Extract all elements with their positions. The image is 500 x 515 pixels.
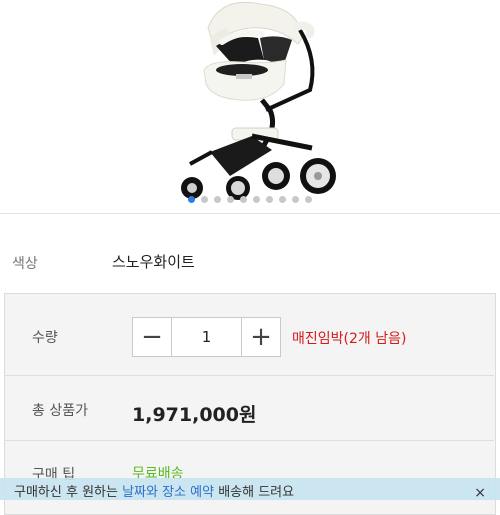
quantity-input[interactable] xyxy=(172,318,241,356)
gallery-dot-4[interactable] xyxy=(227,196,234,203)
divider xyxy=(5,440,494,441)
product-image[interactable] xyxy=(150,0,350,200)
banner-text-highlight[interactable]: 날짜와 장소 예약 xyxy=(122,485,214,500)
gallery-dot-7[interactable] xyxy=(266,196,273,203)
product-image-gallery[interactable] xyxy=(0,0,500,213)
minus-icon: − xyxy=(141,322,163,352)
quantity-stepper[interactable]: − + xyxy=(132,317,281,357)
total-price-value: 1,971,000원 xyxy=(132,404,257,426)
increase-quantity-button[interactable]: + xyxy=(241,318,280,356)
divider xyxy=(5,375,494,376)
gallery-dot-2[interactable] xyxy=(201,196,208,203)
color-option-value[interactable]: 스노우화이트 xyxy=(112,251,195,272)
gallery-pagination[interactable] xyxy=(0,196,500,203)
gallery-dot-8[interactable] xyxy=(279,196,286,203)
divider xyxy=(0,213,500,214)
close-icon[interactable]: × xyxy=(474,478,486,500)
stock-warning: 매진임박(2개 남음) xyxy=(292,331,407,347)
gallery-dot-10[interactable] xyxy=(305,196,312,203)
gallery-dot-5[interactable] xyxy=(240,196,247,203)
quantity-label: 수량 xyxy=(32,330,58,346)
gallery-dot-1[interactable] xyxy=(188,196,195,203)
total-price-label: 총 상품가 xyxy=(32,403,88,419)
gallery-dot-9[interactable] xyxy=(292,196,299,203)
banner-text-suffix: 배송해 드려요 xyxy=(214,485,295,500)
color-option-label: 색상 xyxy=(12,256,38,272)
banner-text-prefix: 구매하신 후 원하는 xyxy=(14,485,123,500)
gallery-dot-3[interactable] xyxy=(214,196,221,203)
plus-icon: + xyxy=(250,322,272,352)
gallery-dot-6[interactable] xyxy=(253,196,260,203)
delivery-info-banner[interactable]: 구매하신 후 원하는 날짜와 장소 예약 배송해 드려요 × xyxy=(0,478,500,500)
decrease-quantity-button[interactable]: − xyxy=(133,318,172,356)
